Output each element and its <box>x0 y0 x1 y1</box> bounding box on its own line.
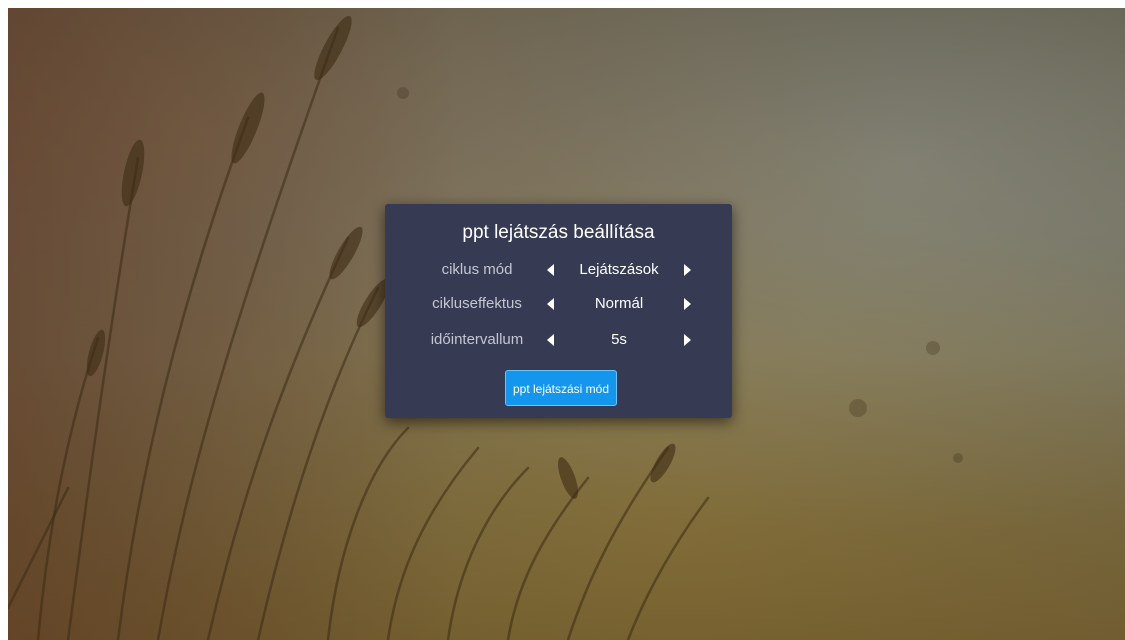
setting-label: időintervallum <box>430 331 524 348</box>
triangle-left-icon[interactable] <box>547 298 554 310</box>
ppt-playback-settings-dialog: ppt lejátszás beállítása ciklus mód Lejá… <box>385 204 732 418</box>
dialog-title: ppt lejátszás beállítása <box>462 222 655 243</box>
setting-row-loop-mode: ciklus mód Lejátszások <box>385 258 732 282</box>
setting-label: cikluseffektus <box>432 295 522 312</box>
setting-row-time-interval: időintervallum 5s <box>385 328 732 352</box>
triangle-right-icon[interactable] <box>684 334 691 346</box>
setting-row-loop-effect: cikluseffektus Normál <box>385 292 732 316</box>
setting-label: ciklus mód <box>441 261 513 278</box>
setting-value: 5s <box>611 331 627 348</box>
triangle-left-icon[interactable] <box>547 334 554 346</box>
triangle-right-icon[interactable] <box>684 298 691 310</box>
triangle-right-icon[interactable] <box>684 264 691 276</box>
triangle-left-icon[interactable] <box>547 264 554 276</box>
setting-value: Lejátszások <box>579 261 659 278</box>
setting-value: Normál <box>594 295 644 312</box>
ppt-playback-mode-button[interactable]: ppt lejátszási mód <box>505 370 617 406</box>
